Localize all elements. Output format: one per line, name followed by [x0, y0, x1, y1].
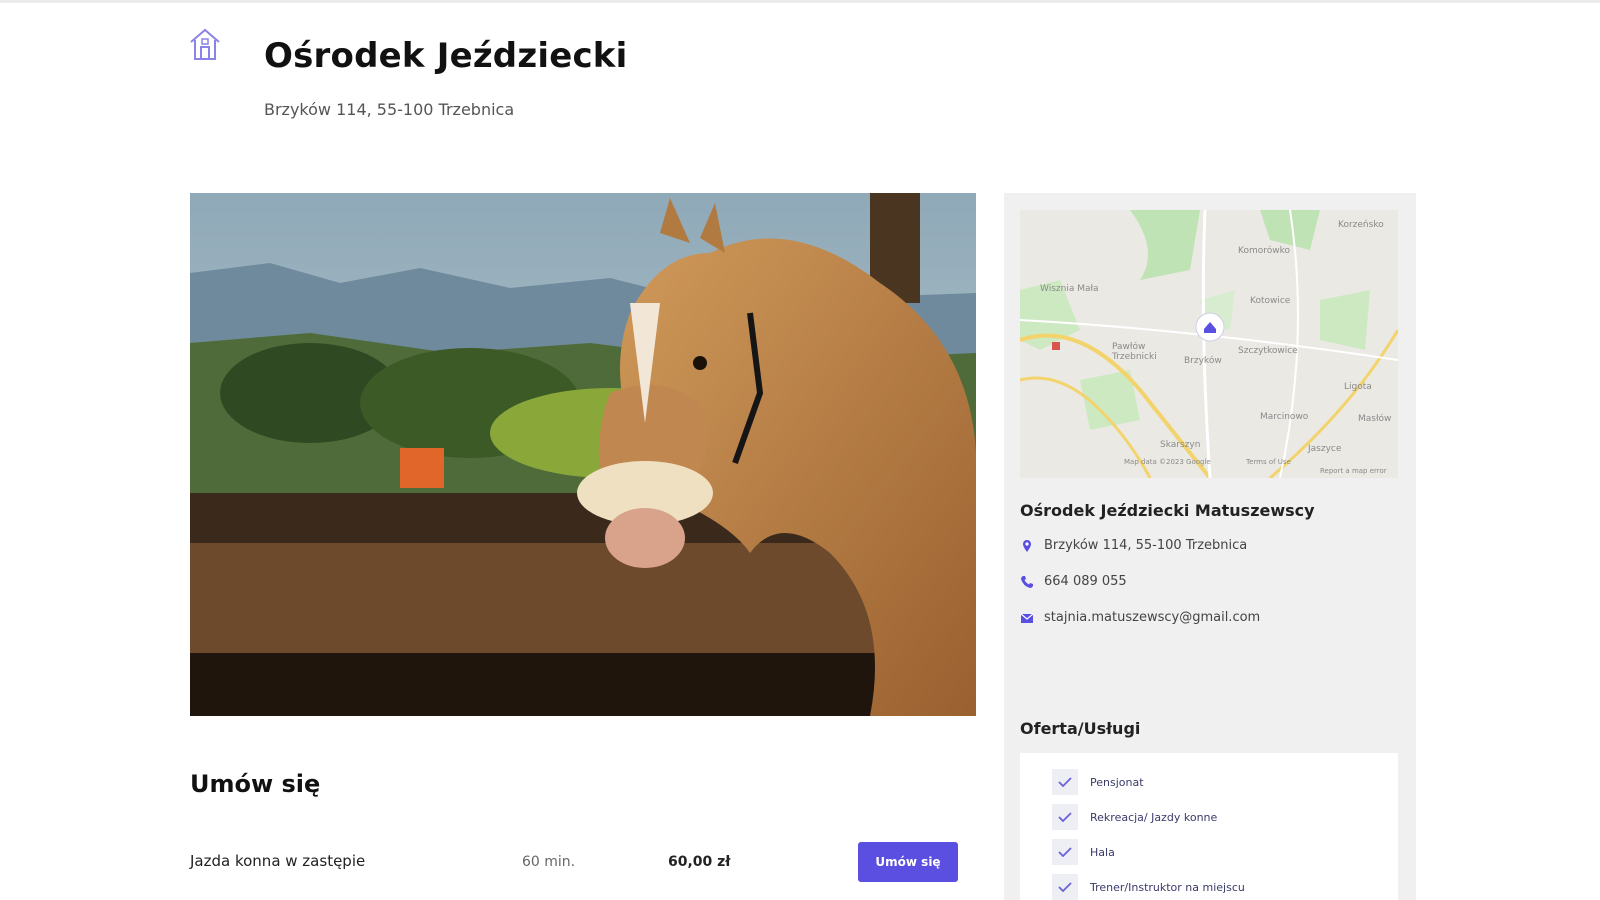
page-title: Ośrodek Jeździecki — [264, 36, 628, 76]
map-label: Wisznia Mała — [1040, 284, 1099, 294]
service-row: Jazda konna w zastępie 60 min. 60,00 zł … — [190, 840, 960, 882]
offer-list: Pensjonat Rekreacja/ Jazdy konne Hala Tr… — [1020, 753, 1398, 900]
map-label: Kotowice — [1250, 296, 1291, 306]
venue-photo — [190, 193, 976, 716]
mail-icon — [1020, 611, 1034, 625]
location-pin-icon — [1020, 539, 1034, 553]
map-label: Marcinowo — [1260, 412, 1309, 422]
location-map[interactable]: Korzeńsko Komorówko Wisznia Mała Kotowic… — [1020, 210, 1398, 478]
offer-label: Hala — [1090, 845, 1115, 859]
offer-label: Pensjonat — [1090, 775, 1144, 789]
offer-item: Pensjonat — [1052, 769, 1144, 795]
map-label: Korzeńsko — [1338, 220, 1384, 230]
top-border — [0, 0, 1600, 3]
offer-item: Hala — [1052, 839, 1115, 865]
offer-label: Rekreacja/ Jazdy konne — [1090, 810, 1218, 824]
check-icon — [1052, 769, 1078, 795]
offer-item: Trener/Instruktor na miejscu — [1052, 874, 1245, 900]
map-label: Skarszyn — [1160, 440, 1201, 450]
service-name: Jazda konna w zastępie — [190, 852, 366, 870]
service-price: 60,00 zł — [668, 854, 731, 870]
contact-phone-text: 664 089 055 — [1044, 574, 1127, 589]
booking-heading: Umów się — [190, 770, 321, 798]
map-label: Szczytkowice — [1238, 346, 1298, 356]
book-button[interactable]: Umów się — [858, 842, 958, 882]
map-report-link[interactable]: Report a map error — [1320, 467, 1387, 475]
offer-heading: Oferta/Usługi — [1020, 719, 1141, 738]
map-label: Masłów — [1358, 414, 1392, 424]
map-label: Ligota — [1344, 382, 1372, 392]
check-icon — [1052, 839, 1078, 865]
map-label: Brzyków — [1184, 356, 1222, 366]
map-terms-link[interactable]: Terms of Use — [1246, 458, 1291, 466]
info-sidebar: Korzeńsko Komorówko Wisznia Mała Kotowic… — [1004, 193, 1416, 900]
map-label: Pawłów Trzebnicki — [1112, 342, 1157, 362]
offer-label: Trener/Instruktor na miejscu — [1090, 880, 1245, 894]
map-label: Komorówko — [1238, 246, 1291, 256]
contact-email-text: stajnia.matuszewscy@gmail.com — [1044, 610, 1261, 625]
check-icon — [1052, 804, 1078, 830]
service-duration: 60 min. — [522, 854, 576, 870]
contact-address-text: Brzyków 114, 55-100 Trzebnica — [1044, 538, 1248, 553]
map-attribution: Map data ©2023 Google — [1124, 458, 1211, 466]
map-label: Jaszyce — [1308, 444, 1342, 454]
home-icon — [188, 26, 222, 62]
phone-icon — [1020, 575, 1034, 589]
contact-address: Brzyków 114, 55-100 Trzebnica — [1020, 538, 1247, 553]
business-name: Ośrodek Jeździecki Matuszewscy — [1020, 501, 1315, 520]
contact-phone[interactable]: 664 089 055 — [1020, 574, 1127, 589]
check-icon — [1052, 874, 1078, 900]
offer-item: Rekreacja/ Jazdy konne — [1052, 804, 1217, 830]
page-address: Brzyków 114, 55-100 Trzebnica — [264, 100, 515, 119]
contact-email[interactable]: stajnia.matuszewscy@gmail.com — [1020, 610, 1260, 625]
